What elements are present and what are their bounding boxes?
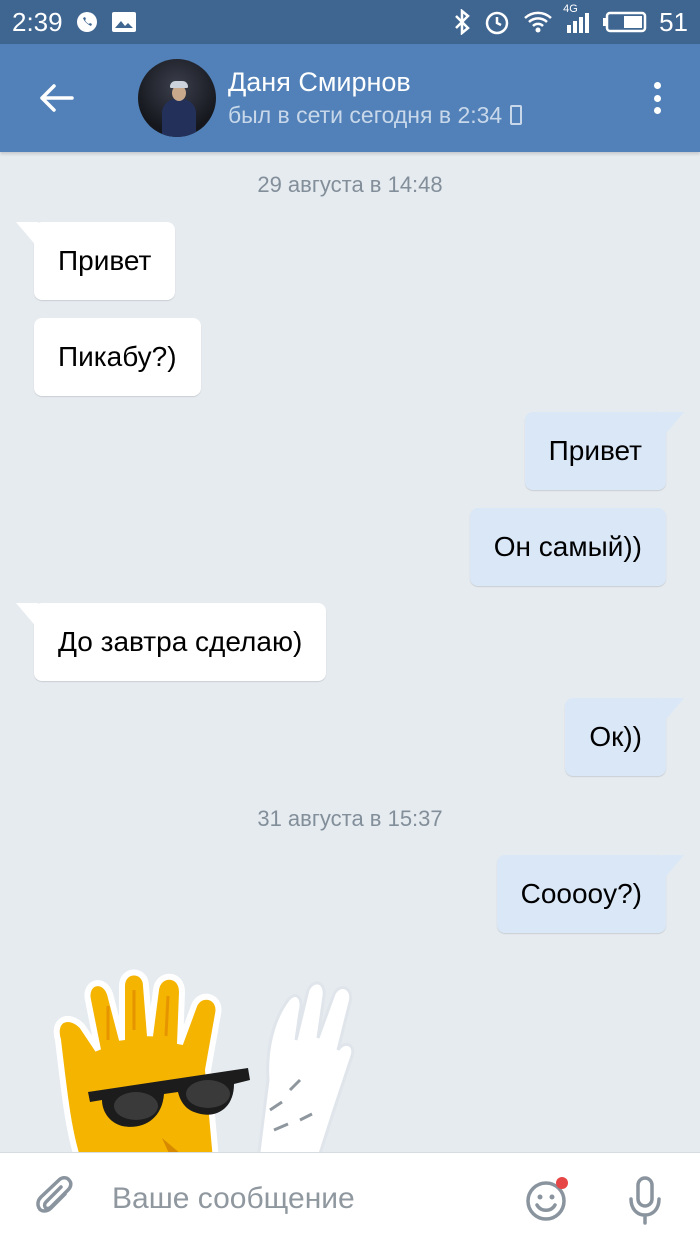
signal-icon: 4G bbox=[563, 3, 591, 33]
contact-info[interactable]: Даня Смирнов был в сети сегодня в 2:34 bbox=[228, 65, 523, 131]
paperclip-icon bbox=[36, 1175, 73, 1213]
alarm-icon bbox=[483, 8, 511, 36]
message-text: Пикабу?) bbox=[58, 341, 177, 372]
message-text: Cooooy?) bbox=[520, 878, 642, 909]
message-incoming[interactable]: До завтра сделаю) bbox=[16, 603, 327, 681]
avatar[interactable] bbox=[138, 59, 216, 137]
message-input-bar bbox=[0, 1152, 700, 1244]
message-incoming[interactable]: Пикабу?) bbox=[34, 318, 201, 396]
message-incoming[interactable]: Привет bbox=[16, 222, 176, 300]
arrow-left-icon bbox=[40, 84, 74, 112]
voice-message-button[interactable] bbox=[620, 1171, 670, 1229]
attach-button[interactable] bbox=[30, 1174, 80, 1224]
chat-header: Даня Смирнов был в сети сегодня в 2:34 bbox=[0, 44, 700, 152]
message-outgoing[interactable]: Ок)) bbox=[565, 698, 684, 776]
message-text: Он самый)) bbox=[493, 531, 642, 562]
battery-icon bbox=[603, 11, 647, 33]
message-text: Ок)) bbox=[589, 721, 642, 752]
bubble-tail bbox=[662, 412, 684, 438]
back-button[interactable] bbox=[26, 68, 86, 128]
bubble-tail bbox=[662, 855, 684, 881]
image-icon bbox=[111, 11, 137, 33]
emoji-button[interactable] bbox=[522, 1175, 572, 1225]
notification-dot bbox=[556, 1177, 568, 1189]
message-text: Привет bbox=[58, 245, 152, 276]
contact-status-text: был в сети сегодня в 2:34 bbox=[228, 102, 503, 128]
microphone-icon bbox=[629, 1176, 661, 1225]
bubble-tail bbox=[16, 222, 38, 248]
contact-status: был в сети сегодня в 2:34 bbox=[228, 99, 523, 131]
more-options-button[interactable] bbox=[642, 78, 672, 118]
bluetooth-icon bbox=[453, 9, 471, 35]
status-bar: 2:39 4G 51 bbox=[0, 0, 700, 44]
date-separator: 31 августа в 15:37 bbox=[257, 806, 443, 831]
message-outgoing[interactable]: Привет bbox=[524, 412, 684, 490]
status-left: 2:39 bbox=[12, 7, 137, 38]
battery-level: 51 bbox=[659, 6, 688, 37]
bubble-tail bbox=[16, 603, 38, 629]
contact-name: Даня Смирнов bbox=[228, 67, 411, 97]
status-time: 2:39 bbox=[12, 6, 63, 37]
date-separator: 29 августа в 14:48 bbox=[257, 172, 443, 197]
wifi-icon bbox=[523, 10, 553, 34]
dot-icon bbox=[653, 94, 661, 102]
network-type-label: 4G bbox=[563, 3, 578, 15]
dot-icon bbox=[653, 82, 661, 89]
status-right: 4G 51 bbox=[453, 3, 688, 38]
message-text: До завтра сделаю) bbox=[58, 626, 303, 657]
mobile-phone-icon bbox=[510, 105, 523, 125]
bubble-tail bbox=[662, 698, 684, 724]
dot-icon bbox=[653, 107, 661, 114]
message-text: Привет bbox=[548, 435, 642, 466]
whatsapp-icon bbox=[75, 10, 99, 34]
message-outgoing[interactable]: Cooooy?) bbox=[496, 855, 684, 933]
sticker-image[interactable] bbox=[38, 960, 378, 1160]
message-outgoing[interactable]: Он самый)) bbox=[469, 508, 666, 586]
message-input[interactable] bbox=[112, 1168, 492, 1229]
